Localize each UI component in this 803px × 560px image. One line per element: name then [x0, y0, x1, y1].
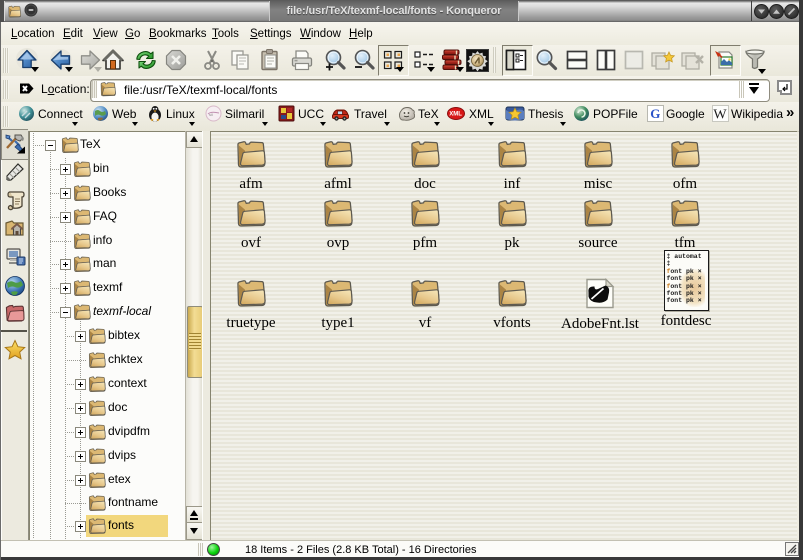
- svg-text:sil: sil: [209, 112, 213, 117]
- svg-text:W: W: [713, 108, 727, 123]
- svg-text:G: G: [650, 106, 660, 121]
- svg-text:XML: XML: [449, 112, 462, 118]
